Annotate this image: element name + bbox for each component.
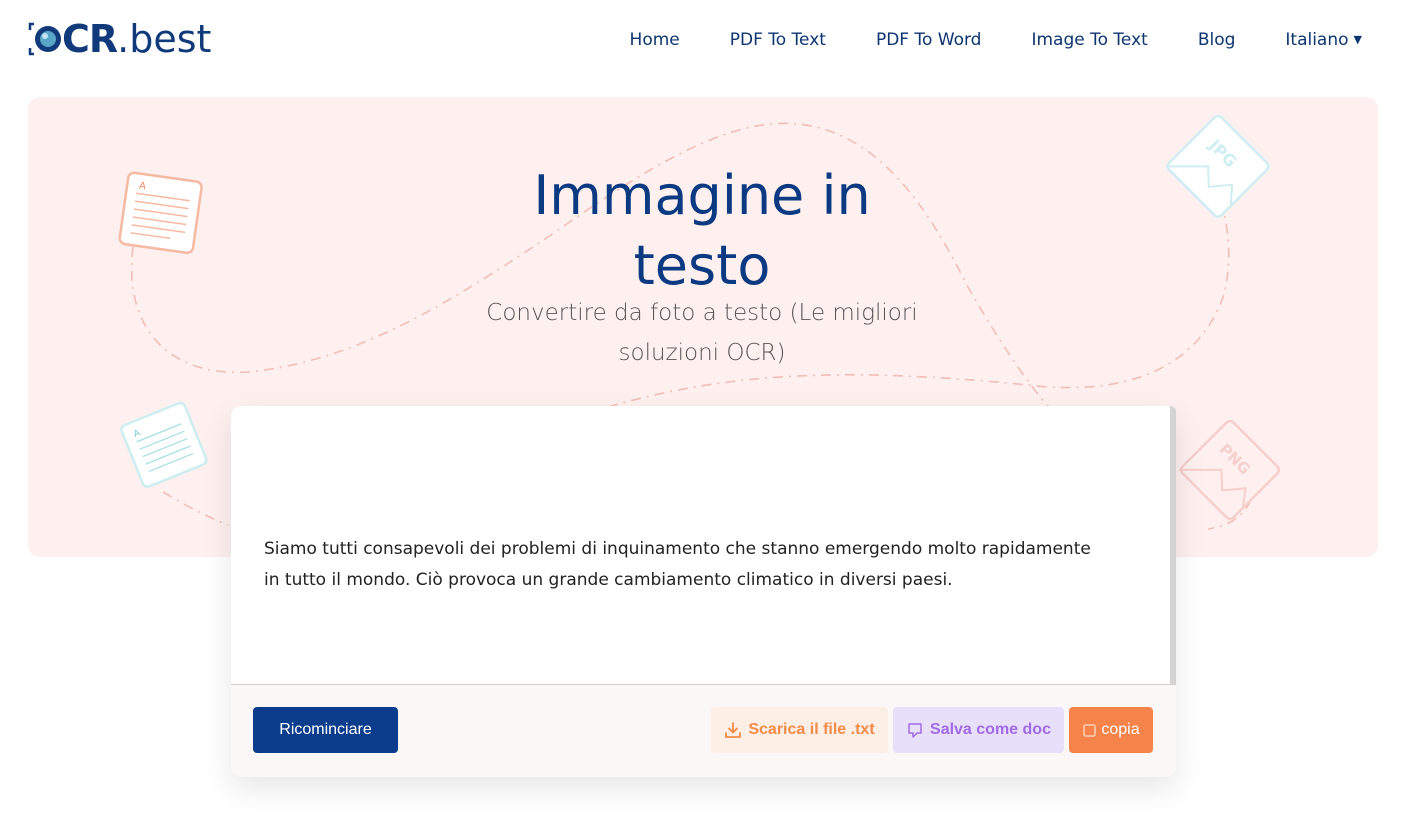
copy-icon <box>1082 722 1098 738</box>
png-illustration: PNG <box>1179 419 1281 521</box>
doc-illustration-bottom: A <box>120 401 208 488</box>
page-title: Immagine in testo <box>502 161 902 301</box>
main-nav: Home PDF To Text PDF To Word Image To Te… <box>580 28 1362 52</box>
download-label: Scarica il file .txt <box>748 721 875 738</box>
language-selector[interactable]: Italiano ▼ <box>1285 28 1362 52</box>
logo-lens-icon <box>28 20 66 58</box>
result-actions-bar: Ricominciare Scarica il file .txt Salva … <box>231 684 1176 777</box>
restart-label: Ricominciare <box>279 721 372 738</box>
title-line-1: Immagine in <box>533 164 871 227</box>
document-icon <box>906 721 924 739</box>
save-doc-label: Salva come doc <box>930 721 1051 738</box>
site-header: CR .best Home PDF To Text PDF To Word Im… <box>0 0 1408 80</box>
ocr-best-logo[interactable]: CR .best <box>28 18 211 60</box>
download-txt-button[interactable]: Scarica il file .txt <box>711 707 888 753</box>
result-line-1: Siamo tutti consapevoli dei problemi di … <box>264 539 1091 559</box>
nav-image-to-text[interactable]: Image To Text <box>1031 28 1147 52</box>
ocr-result-text[interactable]: Siamo tutti consapevoli dei problemi di … <box>264 534 1144 596</box>
copy-label: copia <box>1101 721 1140 738</box>
logo-ocr-text: CR <box>62 17 118 61</box>
subtitle-line-2: soluzioni OCR) <box>618 340 786 366</box>
doc-illustration-top: A <box>118 171 203 255</box>
ocr-result-card: Siamo tutti consapevoli dei problemi di … <box>231 406 1176 777</box>
result-scrollbar[interactable] <box>1170 406 1176 685</box>
page-subtitle: Convertire da foto a testo (Le migliori … <box>472 293 932 373</box>
result-line-2: in tutto il mondo. Ciò provoca un grande… <box>264 570 953 590</box>
nav-home[interactable]: Home <box>630 28 680 52</box>
download-icon <box>724 721 742 739</box>
nav-blog[interactable]: Blog <box>1198 28 1236 52</box>
restart-button[interactable]: Ricominciare <box>253 707 398 753</box>
jpg-illustration: JPG <box>1165 114 1270 218</box>
logo-best-text: .best <box>117 17 212 61</box>
save-as-doc-button[interactable]: Salva come doc <box>893 707 1064 753</box>
nav-pdf-to-word[interactable]: PDF To Word <box>876 28 982 52</box>
copy-button[interactable]: copia <box>1069 707 1153 753</box>
nav-pdf-to-text[interactable]: PDF To Text <box>730 28 826 52</box>
subtitle-line-1: Convertire da foto a testo (Le migliori <box>486 300 918 326</box>
title-line-2: testo <box>633 234 771 297</box>
caret-down-icon: ▼ <box>1353 33 1362 46</box>
language-label: Italiano <box>1285 30 1349 50</box>
